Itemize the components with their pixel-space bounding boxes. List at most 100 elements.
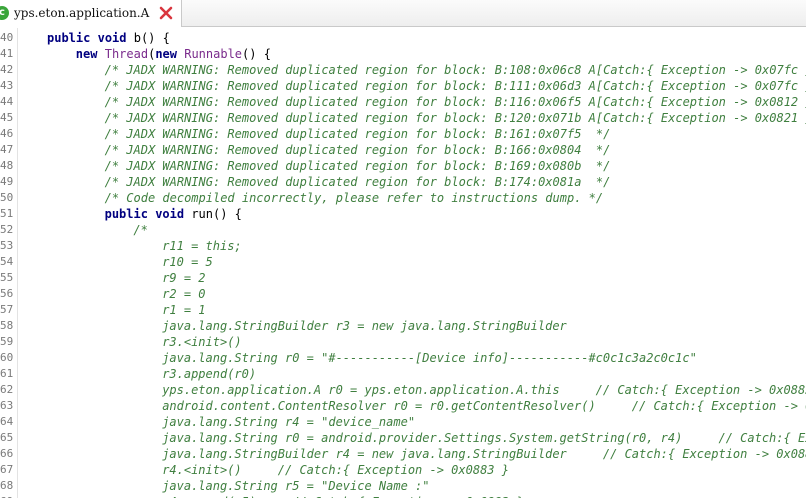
code-line[interactable]: java.lang.String r0 = android.provider.S…	[162, 430, 806, 446]
line-number: 49	[0, 175, 14, 188]
code-token: java.lang.String r0 = android.provider.S…	[162, 431, 806, 445]
line-number: 47	[0, 143, 14, 156]
code-token: r1 = 1	[162, 303, 206, 317]
line-number: 50	[0, 191, 14, 204]
line-number: 62	[0, 383, 14, 396]
code-token: r9 = 2	[162, 271, 206, 285]
code-token: java.lang.String r4 = "device_name"	[162, 415, 416, 429]
line-number-gutter: 40 41 42 43 44 45 46 47 48 49 50 51 52 53 54 55 56 57 58 59…	[0, 28, 18, 498]
line-number: 54	[0, 255, 14, 268]
code-token: /* JADX WARNING: Removed duplicated regi…	[104, 63, 806, 77]
code-line[interactable]: java.lang.String r5 = "Device Name :"	[162, 478, 429, 494]
code-line[interactable]: java.lang.StringBuilder r4 = new java.la…	[162, 446, 806, 462]
code-line[interactable]: r11 = this;	[162, 238, 241, 254]
tab-yps-eton-application-a[interactable]: c yps.eton.application.A	[0, 0, 182, 27]
code-line[interactable]: /* JADX WARNING: Removed duplicated regi…	[105, 142, 611, 158]
line-number: 44	[0, 95, 14, 108]
line-number: 48	[0, 159, 14, 172]
code-line[interactable]: public void run() {	[105, 206, 242, 222]
line-number: 40	[0, 31, 14, 44]
code-token: r3.<init>()	[162, 335, 242, 349]
code-line[interactable]: r3.<init>()	[162, 334, 241, 350]
code-line[interactable]: /* JADX WARNING: Removed duplicated regi…	[105, 62, 806, 78]
code-token: /* JADX WARNING: Removed duplicated regi…	[104, 111, 806, 125]
code-token: new	[155, 47, 177, 61]
code-editor[interactable]: 40 41 42 43 44 45 46 47 48 49 50 51 52 53 54 55 56 57 58 59…	[0, 28, 806, 498]
line-number: 61	[0, 367, 14, 380]
code-line[interactable]: /* JADX WARNING: Removed duplicated regi…	[105, 94, 806, 110]
code-line[interactable]: new Thread(new Runnable() {	[76, 46, 271, 62]
code-token: r11 = this;	[162, 239, 242, 253]
code-line[interactable]: r9 = 2	[162, 270, 205, 286]
code-line[interactable]: java.lang.StringBuilder r3 = new java.la…	[162, 318, 567, 334]
code-line[interactable]: r3.append(r0)	[162, 366, 256, 382]
code-token: /* JADX WARNING: Removed duplicated regi…	[104, 159, 611, 173]
code-line[interactable]: r4.<init>() // Catch:{ Exception -> 0x08…	[162, 462, 509, 478]
code-line[interactable]: /* JADX WARNING: Removed duplicated regi…	[105, 110, 806, 126]
code-token: java.lang.String r0 = "#-----------[Devi…	[162, 351, 697, 365]
code-token: () {	[242, 47, 271, 61]
code-token: yps.eton.application.A r0 = yps.eton.app…	[162, 383, 806, 397]
code-line[interactable]: public void b() {	[47, 30, 170, 46]
code-area[interactable]: public void b() {new Thread(new Runnable…	[18, 28, 806, 498]
code-token: /* JADX WARNING: Removed duplicated regi…	[104, 143, 611, 157]
code-line[interactable]: /* JADX WARNING: Removed duplicated regi…	[105, 158, 611, 174]
line-number: 42	[0, 63, 14, 76]
code-line[interactable]: java.lang.String r0 = "#-----------[Devi…	[162, 350, 697, 366]
code-token: b() {	[126, 31, 170, 45]
code-token: /* JADX WARNING: Removed duplicated regi…	[104, 79, 806, 93]
line-number: 51	[0, 207, 14, 220]
line-number: 58	[0, 319, 14, 332]
line-number: 60	[0, 351, 14, 364]
line-number: 65	[0, 431, 14, 444]
line-number: 68	[0, 479, 14, 492]
line-number: 52	[0, 223, 14, 236]
line-number: 57	[0, 303, 14, 316]
line-number: 46	[0, 127, 14, 140]
code-token: java.lang.String r5 = "Device Name :"	[162, 479, 430, 493]
code-token: android.content.ContentResolver r0 = r0.…	[162, 399, 806, 413]
tab-title: yps.eton.application.A	[14, 6, 150, 20]
code-token: Runnable	[184, 47, 243, 61]
android-class-icon: c	[0, 6, 9, 20]
code-line[interactable]: r2 = 0	[162, 286, 205, 302]
editor-tab-bar: c yps.eton.application.A	[0, 0, 806, 27]
code-token: Thread	[104, 47, 149, 61]
code-line[interactable]: java.lang.String r4 = "device_name"	[162, 414, 415, 430]
code-line[interactable]: yps.eton.application.A r0 = yps.eton.app…	[162, 382, 806, 398]
code-token: r3.append(r0)	[162, 367, 257, 381]
code-line[interactable]: android.content.ContentResolver r0 = r0.…	[162, 398, 806, 414]
code-token: void	[97, 31, 127, 45]
code-line[interactable]: /* JADX WARNING: Removed duplicated regi…	[105, 126, 611, 142]
line-number: 53	[0, 239, 14, 252]
code-token: java.lang.StringBuilder r4 = new java.la…	[162, 447, 806, 461]
code-token: run() {	[184, 207, 242, 221]
line-number: 45	[0, 111, 14, 124]
code-line[interactable]: /* Code decompiled incorrectly, please r…	[105, 190, 604, 206]
code-token: /* JADX WARNING: Removed duplicated regi…	[104, 175, 611, 189]
code-line[interactable]: r1 = 1	[162, 302, 205, 318]
close-icon[interactable]	[158, 5, 174, 21]
code-line[interactable]: /* JADX WARNING: Removed duplicated regi…	[105, 78, 806, 94]
line-number: 43	[0, 79, 14, 92]
line-number: 66	[0, 447, 14, 460]
line-number: 64	[0, 415, 14, 428]
code-line[interactable]: /* JADX WARNING: Removed duplicated regi…	[105, 174, 611, 190]
code-token: /* JADX WARNING: Removed duplicated regi…	[104, 95, 806, 109]
code-line[interactable]: r4.append(r5) // Catch:{ Exception -> 0x…	[162, 494, 523, 498]
line-number: 55	[0, 271, 14, 284]
code-line[interactable]: r10 = 5	[162, 254, 213, 270]
code-token: java.lang.StringBuilder r3 = new java.la…	[162, 319, 567, 333]
code-token: r4.<init>() // Catch:{ Exception -> 0x08…	[162, 463, 509, 477]
code-token: /*	[133, 223, 148, 237]
code-token: public	[47, 31, 91, 45]
line-number: 56	[0, 287, 14, 300]
code-line[interactable]: /*	[133, 222, 147, 238]
code-token: /* JADX WARNING: Removed duplicated regi…	[104, 127, 611, 141]
line-number: 59	[0, 335, 14, 348]
code-token: r2 = 0	[162, 287, 206, 301]
line-number: 67	[0, 463, 14, 476]
code-token: void	[155, 207, 185, 221]
